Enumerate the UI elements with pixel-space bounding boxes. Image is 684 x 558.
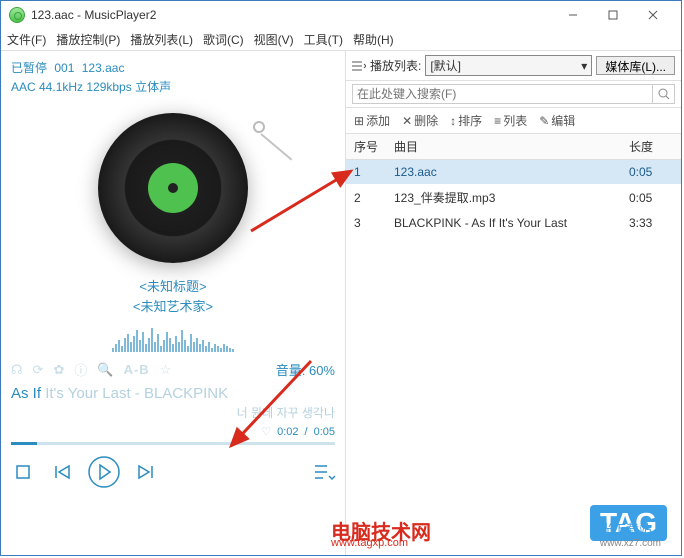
- track-artist: <未知艺术家>: [11, 297, 335, 317]
- window-title: 123.aac - MusicPlayer2: [31, 8, 553, 22]
- volume-label[interactable]: 音量: 60%: [276, 360, 335, 379]
- menu-playlist[interactable]: 播放列表(L): [130, 31, 193, 48]
- hint-icon[interactable]: ☆: [160, 362, 172, 378]
- ab-repeat-button[interactable]: A-B: [124, 362, 150, 377]
- add-button[interactable]: ⊞ 添加: [354, 112, 390, 129]
- menu-help[interactable]: 帮助(H): [353, 31, 394, 48]
- table-row[interactable]: 3BLACKPINK - As If It's Your Last3:33: [346, 211, 681, 235]
- delete-button[interactable]: ✕ 删除: [402, 112, 438, 129]
- cell-length: 0:05: [621, 160, 681, 185]
- minimize-button[interactable]: [553, 1, 593, 29]
- menu-play-control[interactable]: 播放控制(P): [56, 31, 120, 48]
- repeat-icon[interactable]: ⟳: [33, 362, 44, 378]
- status-track-num: 001: [54, 61, 74, 75]
- playlist-icon: [352, 61, 366, 71]
- track-meta: <未知标题> <未知艺术家>: [11, 277, 335, 316]
- cell-num: 2: [346, 184, 386, 211]
- now-playing-title: As If It's Your Last - BLACKPINK: [11, 385, 335, 402]
- watermark-cn: 电脑技术网 www.tagxp.com: [331, 516, 431, 545]
- menu-view[interactable]: 视图(V): [254, 31, 294, 48]
- time-row: ♡ 0:02/0:05: [11, 425, 335, 438]
- maximize-button[interactable]: [593, 1, 633, 29]
- col-length[interactable]: 长度: [621, 134, 681, 160]
- progress-fill: [11, 442, 37, 445]
- playlist-pane: 播放列表: [默认] ▾ 媒体库(L)... ⊞ 添加 ✕ 删除 ↕ 排序 ≡ …: [345, 51, 681, 555]
- search-icon[interactable]: 🔍: [97, 362, 113, 378]
- now-playing-prefix: As If: [11, 385, 45, 402]
- spectrum-visualizer: [11, 322, 335, 352]
- window-controls: [553, 1, 673, 29]
- search-input[interactable]: [352, 84, 653, 104]
- magnifier-icon: [658, 88, 670, 100]
- time-current: 0:02: [277, 426, 298, 438]
- cell-length: 3:33: [621, 211, 681, 235]
- cell-num: 1: [346, 160, 386, 185]
- equalizer-icon[interactable]: ☊: [11, 362, 23, 378]
- cell-num: 3: [346, 211, 386, 235]
- track-title: <未知标题>: [11, 277, 335, 297]
- titlebar: 123.aac - MusicPlayer2: [1, 1, 681, 29]
- playlist-table-wrap: 序号 曲目 长度 1123.aac0:052123_伴奏提取.mp30:053B…: [346, 134, 681, 555]
- table-header-row: 序号 曲目 长度: [346, 134, 681, 160]
- body: 已暂停 001 123.aac AAC 44.1kHz 129kbps 立体声 …: [1, 51, 681, 555]
- chevron-down-icon: ▾: [581, 59, 587, 73]
- edit-button[interactable]: ✎ 编辑: [539, 112, 575, 129]
- search-button[interactable]: [653, 84, 675, 104]
- lyric-line: 너 뭔데 자꾸 생각나: [11, 404, 335, 421]
- status-track-name: 123.aac: [82, 61, 125, 75]
- player-pane: 已暂停 001 123.aac AAC 44.1kHz 129kbps 立体声 …: [1, 51, 345, 555]
- playlist-header-label: 播放列表:: [352, 57, 421, 74]
- playlist-table: 序号 曲目 长度 1123.aac0:052123_伴奏提取.mp30:053B…: [346, 134, 681, 235]
- progress-bar[interactable]: [11, 442, 335, 445]
- time-total: 0:05: [314, 426, 335, 438]
- status-format: AAC 44.1kHz 129kbps 立体声: [11, 78, 335, 95]
- play-button[interactable]: [87, 455, 121, 489]
- status-line-1: 已暂停 001 123.aac: [11, 59, 335, 76]
- mini-toolbar: ☊ ⟳ ✿ ⓘ 🔍 A-B ☆ 音量: 60%: [11, 360, 335, 379]
- vinyl-record-icon: [98, 113, 248, 263]
- tonearm-icon: [253, 121, 265, 133]
- cell-track: 123_伴奏提取.mp3: [386, 184, 621, 211]
- table-row[interactable]: 1123.aac0:05: [346, 160, 681, 185]
- playlist-toggle-button[interactable]: [311, 460, 335, 484]
- playlist-select[interactable]: [默认] ▾: [425, 55, 592, 76]
- app-icon: [9, 7, 25, 23]
- cell-length: 0:05: [621, 184, 681, 211]
- info-icon[interactable]: ⓘ: [74, 360, 87, 379]
- album-art-area: [11, 113, 335, 263]
- now-playing-rest: It's Your Last - BLACKPINK: [45, 385, 228, 402]
- menu-lyrics[interactable]: 歌词(C): [203, 31, 244, 48]
- playlist-toolbar: ⊞ 添加 ✕ 删除 ↕ 排序 ≡ 列表 ✎ 编辑: [346, 108, 681, 134]
- playback-controls: [11, 455, 335, 489]
- playlist-header: 播放列表: [默认] ▾ 媒体库(L)...: [346, 51, 681, 81]
- stop-button[interactable]: [11, 460, 35, 484]
- menu-tools[interactable]: 工具(T): [304, 31, 343, 48]
- menubar: 文件(F) 播放控制(P) 播放列表(L) 歌词(C) 视图(V) 工具(T) …: [1, 29, 681, 51]
- list-button[interactable]: ≡ 列表: [494, 112, 527, 129]
- status-paused: 已暂停: [11, 61, 47, 75]
- close-button[interactable]: [633, 1, 673, 29]
- cell-track: BLACKPINK - As If It's Your Last: [386, 211, 621, 235]
- watermark-right: 光下载站 www.xz7.com: [600, 519, 661, 549]
- search-row: [346, 81, 681, 108]
- col-num[interactable]: 序号: [346, 134, 386, 160]
- prev-button[interactable]: [49, 460, 73, 484]
- next-button[interactable]: [135, 460, 159, 484]
- favorite-icon[interactable]: ♡: [261, 425, 271, 438]
- col-track[interactable]: 曲目: [386, 134, 621, 160]
- cell-track: 123.aac: [386, 160, 621, 185]
- app-window: 123.aac - MusicPlayer2 文件(F) 播放控制(P) 播放列…: [0, 0, 682, 556]
- settings-icon[interactable]: ✿: [53, 362, 64, 378]
- table-row[interactable]: 2123_伴奏提取.mp30:05: [346, 184, 681, 211]
- playlist-selected: [默认]: [430, 57, 461, 74]
- media-library-button[interactable]: 媒体库(L)...: [596, 56, 675, 75]
- sort-button[interactable]: ↕ 排序: [450, 112, 482, 129]
- menu-file[interactable]: 文件(F): [7, 31, 46, 48]
